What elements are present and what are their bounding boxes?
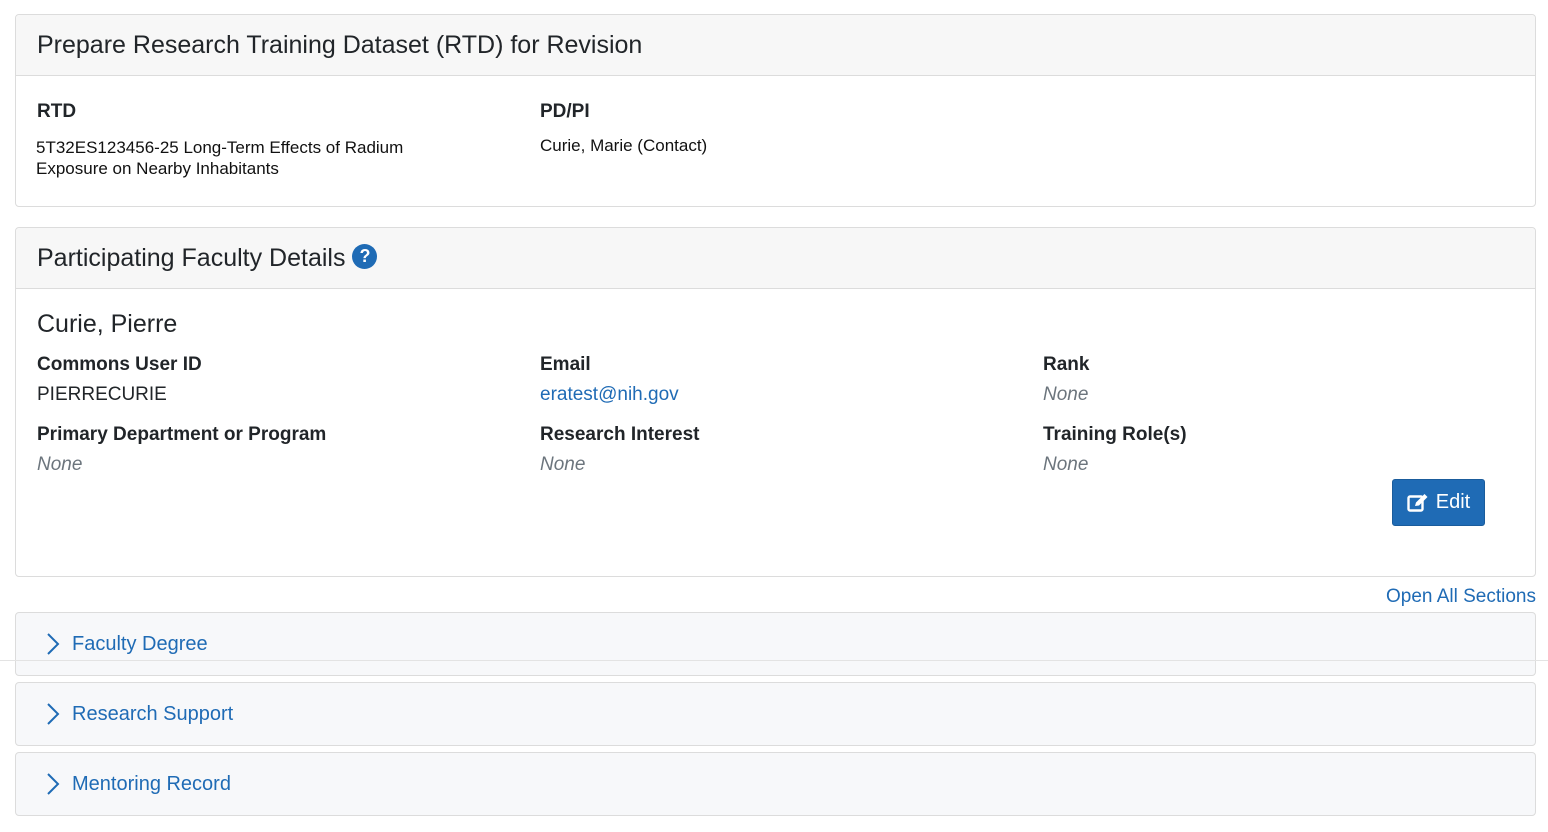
commons-user-id-label: Commons User ID [37, 354, 202, 375]
chevron-right-icon [46, 701, 72, 727]
pdpi-label: PD/PI [540, 101, 590, 122]
mentoring-record-section[interactable]: Mentoring Record [15, 752, 1536, 816]
rtd-value: 5T32ES123456-25 Long-Term Effects of Rad… [36, 137, 403, 179]
research-support-section[interactable]: Research Support [15, 682, 1536, 746]
question-circle-icon[interactable]: ? [352, 244, 378, 270]
primary-department-label: Primary Department or Program [37, 424, 327, 445]
rtd-label: RTD [37, 101, 77, 122]
email-link[interactable]: eratest@nih.gov [540, 384, 679, 406]
chevron-right-icon [46, 771, 72, 797]
rank-value: None [1043, 384, 1089, 405]
chevron-right-icon [46, 631, 72, 657]
rtd-value-line1: 5T32ES123456-25 Long-Term Effects of Rad… [36, 138, 404, 157]
faculty-degree-section[interactable]: Faculty Degree [15, 612, 1536, 676]
divider [0, 660, 1548, 661]
rtd-panel: Prepare Research Training Dataset (RTD) … [15, 14, 1536, 207]
faculty-degree-label: Faculty Degree [72, 632, 208, 655]
rtd-panel-header: Prepare Research Training Dataset (RTD) … [16, 15, 1535, 76]
mentoring-record-label: Mentoring Record [72, 772, 231, 795]
edit-button-label: Edit [1435, 491, 1471, 513]
rtd-value-line2: Exposure on Nearby Inhabitants [36, 159, 279, 178]
faculty-panel-header: Participating Faculty Details? [16, 228, 1535, 289]
edit-button[interactable]: Edit [1392, 479, 1485, 526]
training-role-value: None [1043, 454, 1089, 475]
email-label: Email [540, 354, 591, 375]
faculty-panel-title-text: Participating Faculty Details [37, 243, 346, 272]
rank-label: Rank [1043, 354, 1090, 375]
primary-department-value: None [37, 454, 83, 475]
pdpi-value: Curie, Marie (Contact) [540, 136, 708, 155]
research-interest-value: None [540, 454, 586, 475]
faculty-name: Curie, Pierre [37, 310, 178, 338]
faculty-panel-title: Participating Faculty Details? [37, 243, 378, 273]
page-title: Prepare Research Training Dataset (RTD) … [37, 30, 643, 59]
training-role-label: Training Role(s) [1043, 424, 1187, 445]
commons-user-id-value: PIERRECURIE [37, 384, 167, 405]
edit-square-icon [1407, 493, 1428, 512]
research-interest-label: Research Interest [540, 424, 700, 445]
open-all-sections-link[interactable]: Open All Sections [1386, 586, 1536, 608]
research-support-label: Research Support [72, 702, 234, 725]
faculty-panel: Participating Faculty Details? Curie, Pi… [15, 227, 1536, 577]
